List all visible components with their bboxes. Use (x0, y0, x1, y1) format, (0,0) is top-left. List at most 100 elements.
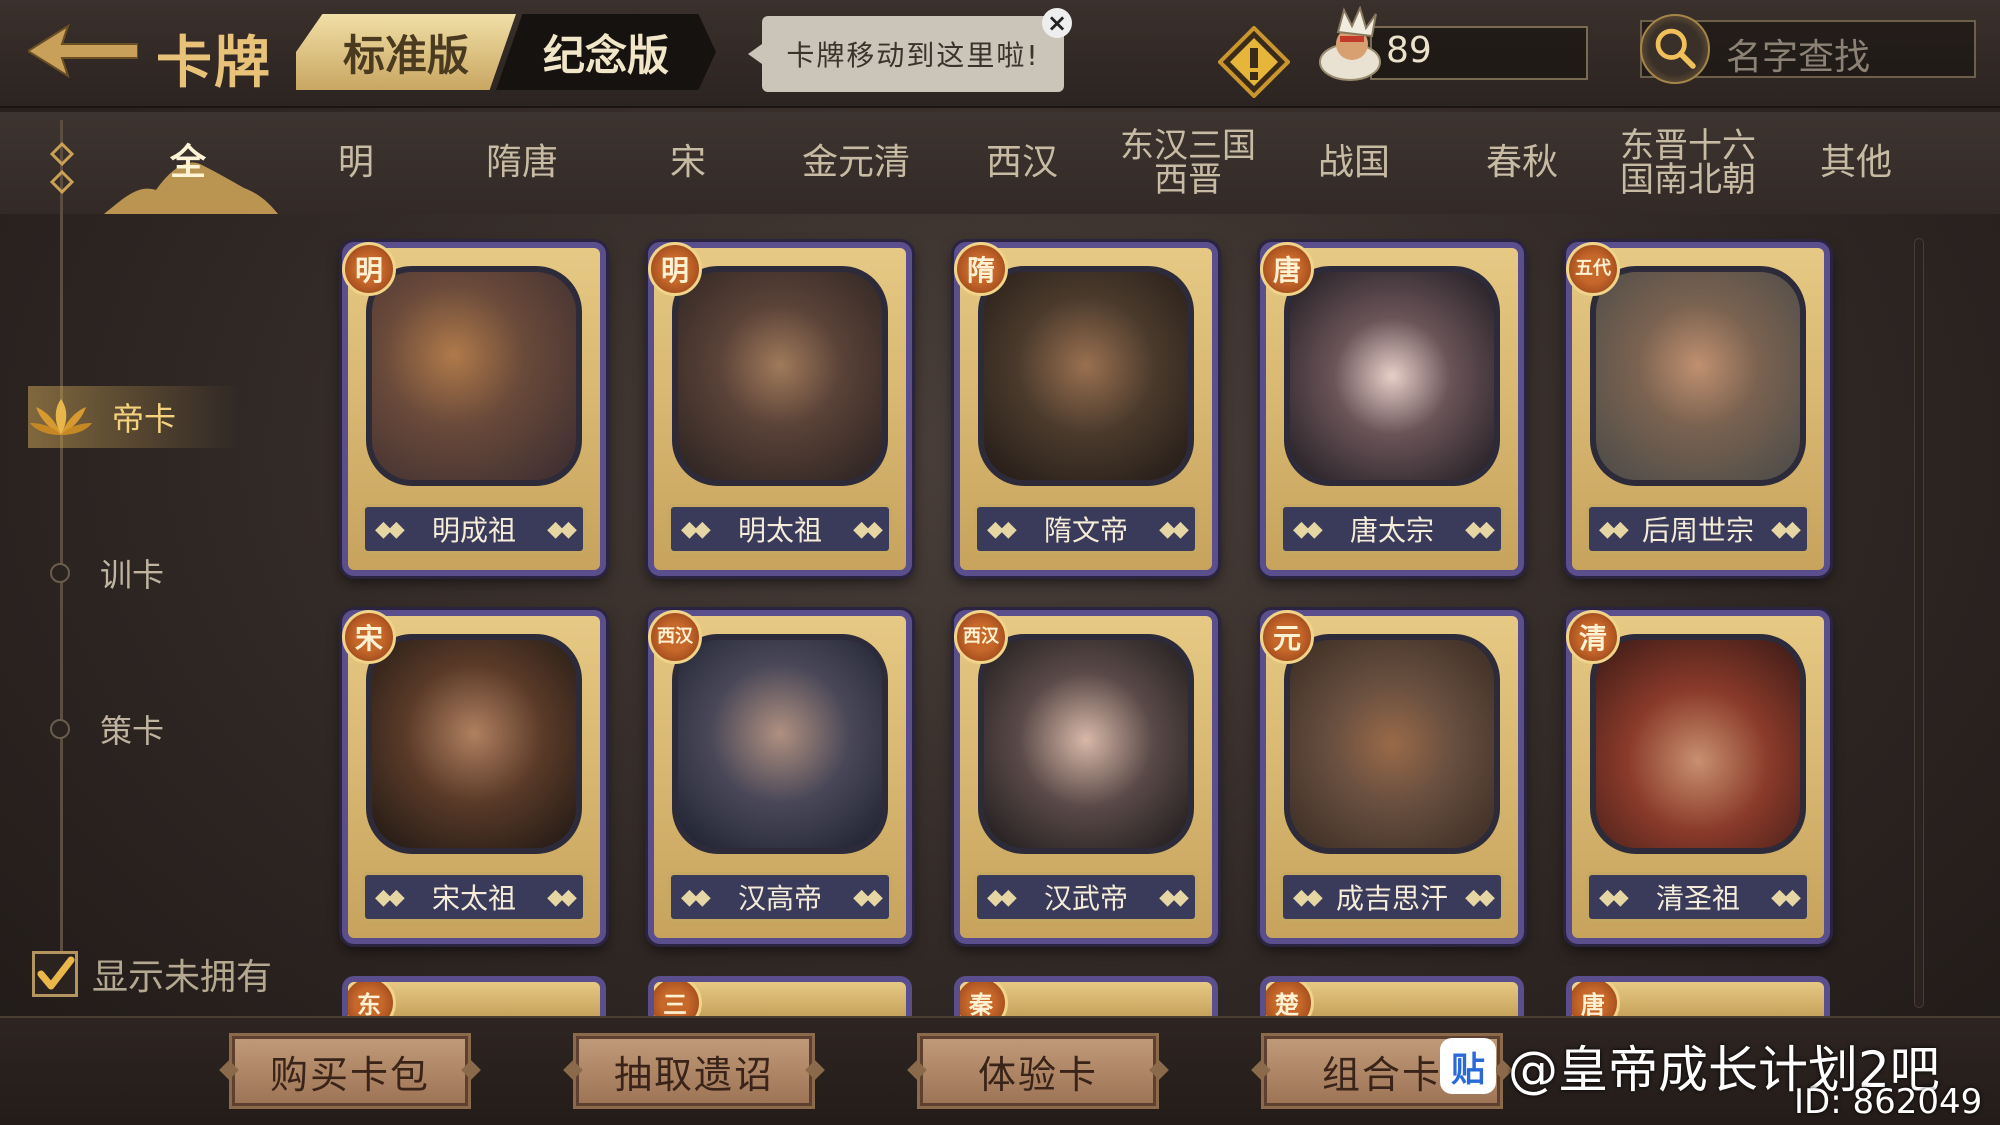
era-tab-label-line2: 西晋 (1154, 160, 1222, 200)
side-item-training-cards[interactable]: 训卡 (28, 542, 238, 604)
era-badge: 东 (348, 982, 396, 1016)
ornament-icon: ◆◆ (987, 884, 1017, 910)
tieba-logo-icon: 贴 (1440, 1038, 1496, 1094)
era-tab-eastern-han-three-kingdoms[interactable]: 东汉三国 西晋 (1108, 112, 1268, 214)
card-genghis-khan[interactable]: 元 ◆◆ 成吉思汗 ◆◆ (1260, 610, 1524, 944)
portrait-image (978, 634, 1194, 854)
era-badge: 西汉 (954, 610, 1008, 664)
ornament-icon: ◆◆ (375, 884, 405, 910)
era-tab-eastern-jin-sixteen-kingdoms[interactable]: 东晋十六 国南北朝 (1608, 112, 1768, 214)
era-badge: 明 (648, 242, 702, 296)
nameplate: ◆◆ 唐太宗 ◆◆ (1280, 504, 1504, 554)
portrait-image (672, 266, 888, 486)
era-badge: 西汉 (648, 610, 702, 664)
portrait-image (366, 266, 582, 486)
portrait-image (672, 634, 888, 854)
back-arrow-icon[interactable] (28, 24, 138, 78)
era-badge: 清 (1566, 610, 1620, 664)
nameplate: ◆◆ 清圣祖 ◆◆ (1586, 872, 1810, 922)
nameplate: ◆◆ 明成祖 ◆◆ (362, 504, 586, 554)
ornament-icon: ◆◆ (1159, 516, 1189, 542)
era-tab-all[interactable]: 全 (108, 112, 268, 214)
era-tab-jin-yuan-qing[interactable]: 金元清 (776, 112, 936, 214)
era-badge: 楚 (1266, 982, 1314, 1016)
tab-commemorative-edition[interactable]: 纪念版 (496, 14, 716, 90)
tooltip-bubble: 卡牌移动到这里啦! (748, 16, 1064, 92)
card-name: 明太祖 (737, 514, 822, 547)
era-tab-label-line1: 东晋十六 (1620, 126, 1756, 166)
close-icon[interactable]: × (1042, 8, 1072, 38)
card-partial[interactable]: 楚 (1260, 976, 1524, 1016)
card-sui-wendi[interactable]: 隋 ◆◆ 隋文帝 ◆◆ (954, 242, 1218, 576)
era-badge: 唐 (1260, 242, 1314, 296)
card-name: 宋太祖 (431, 882, 516, 915)
era-badge: 三 (654, 982, 702, 1016)
draw-edict-button[interactable]: 抽取遗诏 (576, 1036, 812, 1106)
card-song-taizu[interactable]: 宋 ◆◆ 宋太祖 ◆◆ (342, 610, 606, 944)
nameplate: ◆◆ 成吉思汗 ◆◆ (1280, 872, 1504, 922)
diamond-ornament-icon (49, 142, 75, 195)
portrait-image (1590, 634, 1806, 854)
ornament-icon: ◆◆ (1771, 884, 1801, 910)
portrait-image (1284, 634, 1500, 854)
era-badge: 隋 (954, 242, 1008, 296)
card-name: 唐太宗 (1349, 514, 1434, 547)
era-tab-western-han[interactable]: 西汉 (942, 112, 1102, 214)
card-partial[interactable]: 唐 (1566, 976, 1830, 1016)
checkmark-icon (37, 956, 75, 990)
era-tab-other[interactable]: 其他 (1776, 112, 1936, 214)
card-name: 隋文帝 (1043, 514, 1128, 547)
buy-card-pack-button[interactable]: 购买卡包 (232, 1036, 468, 1106)
show-unowned-toggle[interactable]: 显示未拥有 (32, 948, 272, 1000)
ornament-icon: ◆◆ (375, 516, 405, 542)
nameplate: ◆◆ 汉武帝 ◆◆ (974, 872, 1198, 922)
era-tab-label-line2: 国南北朝 (1620, 160, 1756, 200)
side-item-label: 训卡 (100, 556, 165, 594)
card-tang-taizong[interactable]: 唐 ◆◆ 唐太宗 ◆◆ (1260, 242, 1524, 576)
card-ming-taizu[interactable]: 明 ◆◆ 明太祖 ◆◆ (648, 242, 912, 576)
page-title: 卡牌 (156, 31, 272, 96)
ornament-icon: ◆◆ (681, 884, 711, 910)
card-han-gaodi[interactable]: 西汉 ◆◆ 汉高帝 ◆◆ (648, 610, 912, 944)
trial-card-button[interactable]: 体验卡 (920, 1036, 1156, 1106)
tab-standard-edition[interactable]: 标准版 (296, 14, 516, 90)
nav-dot-icon (50, 719, 70, 739)
scrollbar[interactable] (1914, 238, 1924, 1008)
side-item-emperor-cards[interactable]: 帝卡 (28, 386, 238, 448)
era-badge: 五代 (1566, 242, 1620, 296)
card-qing-shengzu[interactable]: 清 ◆◆ 清圣祖 ◆◆ (1566, 610, 1830, 944)
search-button[interactable] (1640, 14, 1710, 84)
portrait-image (978, 266, 1194, 486)
nameplate: ◆◆ 汉高帝 ◆◆ (668, 872, 892, 922)
card-han-wudi[interactable]: 西汉 ◆◆ 汉武帝 ◆◆ (954, 610, 1218, 944)
nameplate: ◆◆ 宋太祖 ◆◆ (362, 872, 586, 922)
ornament-icon: ◆◆ (1293, 516, 1323, 542)
era-tab-spring-autumn[interactable]: 春秋 (1442, 112, 1602, 214)
card-partial[interactable]: 秦 (954, 976, 1218, 1016)
nav-dot-icon (50, 563, 70, 583)
card-partial[interactable]: 三 (648, 976, 912, 1016)
alert-icon[interactable] (1218, 26, 1290, 98)
side-item-label: 策卡 (100, 712, 165, 750)
ornament-icon: ◆◆ (987, 516, 1017, 542)
era-badge: 宋 (342, 610, 396, 664)
era-tab-song[interactable]: 宋 (608, 112, 768, 214)
ornament-icon: ◆◆ (547, 884, 577, 910)
era-badge: 唐 (1572, 982, 1620, 1016)
card-houzhou-shizong[interactable]: 五代 ◆◆ 后周世宗 ◆◆ (1566, 242, 1830, 576)
era-tab-ming[interactable]: 明 (276, 112, 436, 214)
card-name: 清圣祖 (1655, 882, 1740, 915)
nameplate: ◆◆ 隋文帝 ◆◆ (974, 504, 1198, 554)
era-tab-sui-tang[interactable]: 隋唐 (442, 112, 602, 214)
checkbox[interactable] (32, 951, 78, 997)
ornament-icon: ◆◆ (1599, 884, 1629, 910)
ornament-icon: ◆◆ (1771, 516, 1801, 542)
side-item-label: 帝卡 (112, 400, 177, 438)
card-partial[interactable]: 东 (342, 976, 606, 1016)
currency-value: 89 (1386, 30, 1432, 71)
era-tab-warring-states[interactable]: 战国 (1274, 112, 1434, 214)
card-ming-chengzu[interactable]: 明 ◆◆ 明成祖 ◆◆ (342, 242, 606, 576)
side-item-strategy-cards[interactable]: 策卡 (28, 698, 238, 760)
era-badge: 秦 (960, 982, 1008, 1016)
version-tabs: 标准版 纪念版 (296, 14, 736, 90)
